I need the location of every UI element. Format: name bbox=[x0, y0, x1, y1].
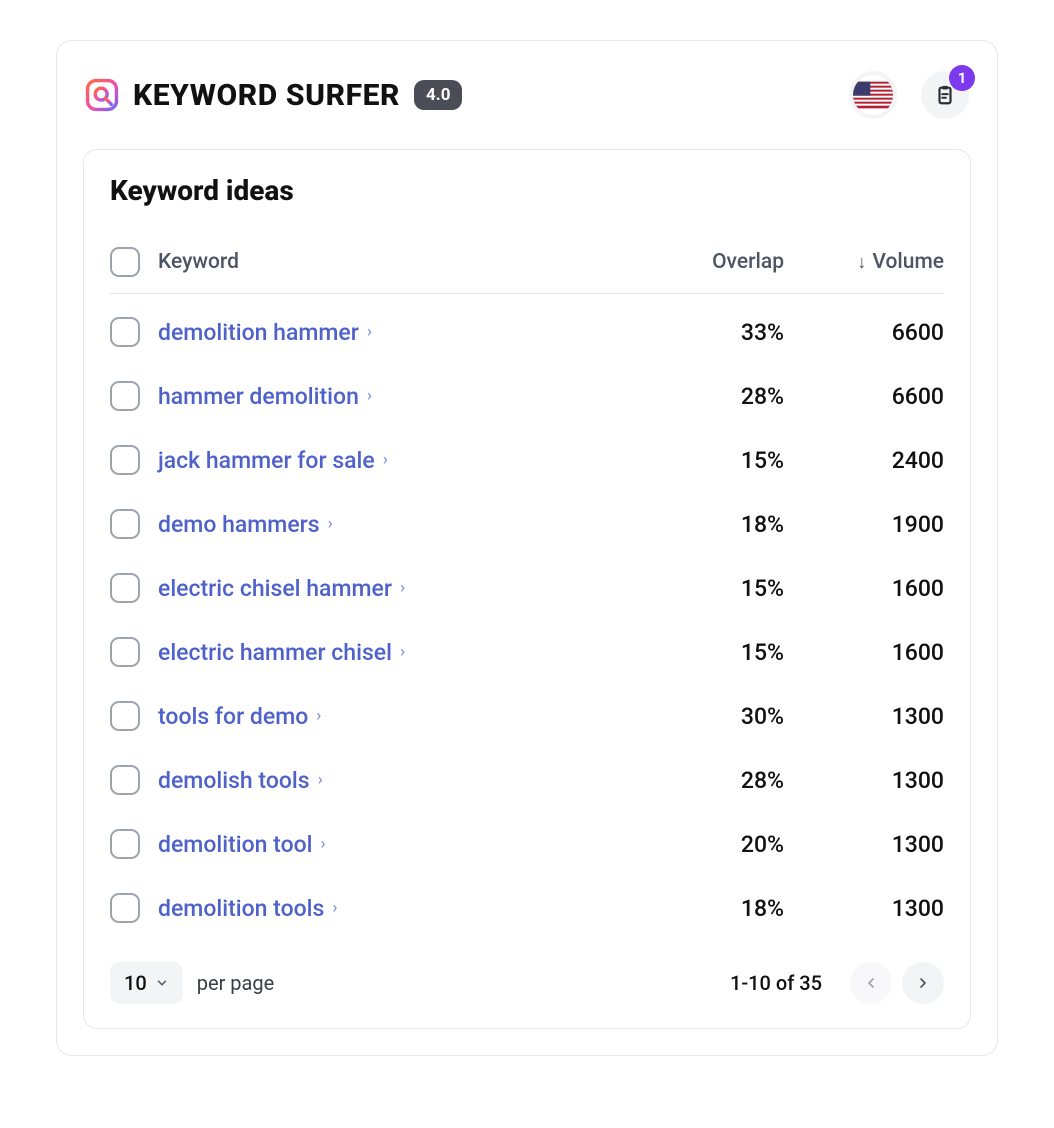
volume-value: 1900 bbox=[784, 511, 944, 538]
keyword-link[interactable]: demolish tools › bbox=[158, 767, 323, 794]
chevron-down-icon bbox=[155, 976, 169, 990]
row-checkbox[interactable] bbox=[110, 573, 140, 603]
volume-value: 1600 bbox=[784, 575, 944, 602]
keyword-link[interactable]: jack hammer for sale › bbox=[158, 447, 388, 474]
chevron-right-icon: › bbox=[321, 834, 326, 854]
overlap-value: 18% bbox=[644, 511, 784, 538]
chevron-right-icon: › bbox=[328, 514, 333, 534]
select-all-checkbox[interactable] bbox=[110, 247, 140, 277]
row-checkbox[interactable] bbox=[110, 893, 140, 923]
keyword-text: demo hammers bbox=[158, 511, 320, 538]
next-page-button[interactable] bbox=[902, 962, 944, 1004]
country-selector[interactable] bbox=[849, 71, 897, 119]
overlap-value: 15% bbox=[644, 447, 784, 474]
keyword-text: demolition hammer bbox=[158, 319, 359, 346]
keyword-text: tools for demo bbox=[158, 703, 308, 730]
keyword-list: demolition hammer›33%6600hammer demoliti… bbox=[110, 294, 944, 940]
chevron-right-icon: › bbox=[400, 642, 405, 662]
row-checkbox[interactable] bbox=[110, 381, 140, 411]
keyword-link[interactable]: demolition tool › bbox=[158, 831, 326, 858]
table-row: electric chisel hammer › 15%1600 bbox=[110, 556, 944, 620]
chevron-right-icon bbox=[915, 975, 931, 991]
keyword-text: jack hammer for sale bbox=[158, 447, 375, 474]
keyword-link[interactable]: tools for demo › bbox=[158, 703, 321, 730]
column-header-keyword[interactable]: Keyword bbox=[158, 250, 644, 274]
version-badge: 4.0 bbox=[414, 80, 462, 110]
keyword-surfer-widget: KEYWORD SURFER 4.0 bbox=[56, 40, 998, 1056]
overlap-value: 20% bbox=[644, 831, 784, 858]
table-row: demolish tools › 28%1300 bbox=[110, 748, 944, 812]
app-title: KEYWORD SURFER bbox=[133, 78, 400, 113]
table-row: hammer demolition › 28%6600 bbox=[110, 364, 944, 428]
keyword-link[interactable]: demo hammers › bbox=[158, 511, 333, 538]
clipboard-count-badge: 1 bbox=[949, 65, 975, 91]
overlap-value: 15% bbox=[644, 575, 784, 602]
volume-value: 2400 bbox=[784, 447, 944, 474]
overlap-value: 33% bbox=[644, 319, 784, 346]
keyword-text: demolition tool bbox=[158, 831, 313, 858]
column-header-volume[interactable]: ↓ Volume bbox=[784, 250, 944, 274]
keyword-text: demolition tools bbox=[158, 895, 324, 922]
widget-header: KEYWORD SURFER 4.0 bbox=[57, 41, 997, 149]
chevron-right-icon: › bbox=[367, 386, 372, 406]
volume-value: 1300 bbox=[784, 895, 944, 922]
clipboard-button[interactable]: 1 bbox=[921, 71, 969, 119]
keyword-text: electric chisel hammer bbox=[158, 575, 392, 602]
us-flag-icon bbox=[853, 75, 893, 115]
keyword-text: demolish tools bbox=[158, 767, 310, 794]
overlap-value: 30% bbox=[644, 703, 784, 730]
row-checkbox[interactable] bbox=[110, 317, 140, 347]
chevron-right-icon: › bbox=[383, 450, 388, 470]
overlap-value: 28% bbox=[644, 767, 784, 794]
table-row: demo hammers › 18%1900 bbox=[110, 492, 944, 556]
keyword-link[interactable]: demolition hammer › bbox=[158, 319, 372, 346]
prev-page-button[interactable] bbox=[850, 962, 892, 1004]
row-checkbox[interactable] bbox=[110, 701, 140, 731]
table-row: demolition hammer › 33%6600 bbox=[110, 300, 944, 364]
keyword-link[interactable]: hammer demolition › bbox=[158, 383, 372, 410]
app-logo-icon bbox=[85, 78, 119, 112]
chevron-right-icon: › bbox=[318, 770, 323, 790]
volume-value: 1600 bbox=[784, 639, 944, 666]
per-page-label: per page bbox=[197, 971, 275, 995]
row-checkbox[interactable] bbox=[110, 829, 140, 859]
chevron-left-icon bbox=[863, 975, 879, 991]
keyword-link[interactable]: electric hammer chisel › bbox=[158, 639, 405, 666]
column-header-volume-label: Volume bbox=[872, 250, 944, 274]
chevron-right-icon: › bbox=[316, 706, 321, 726]
row-checkbox[interactable] bbox=[110, 637, 140, 667]
row-checkbox[interactable] bbox=[110, 509, 140, 539]
volume-value: 1300 bbox=[784, 831, 944, 858]
keyword-ideas-panel: Keyword ideas Keyword Overlap ↓ Volume d… bbox=[83, 149, 971, 1029]
volume-value: 6600 bbox=[784, 383, 944, 410]
row-checkbox[interactable] bbox=[110, 765, 140, 795]
table-row: electric hammer chisel › 15%1600 bbox=[110, 620, 944, 684]
page-size-value: 10 bbox=[124, 971, 147, 995]
overlap-value: 15% bbox=[644, 639, 784, 666]
overlap-value: 28% bbox=[644, 383, 784, 410]
chevron-right-icon: › bbox=[367, 322, 372, 342]
table-row: demolition tool › 20%1300 bbox=[110, 812, 944, 876]
row-checkbox[interactable] bbox=[110, 445, 140, 475]
table-header-row: Keyword Overlap ↓ Volume bbox=[110, 233, 944, 294]
pagination-footer: 10 per page 1-10 of 35 bbox=[110, 940, 944, 1010]
pagination-range: 1-10 of 35 bbox=[730, 971, 822, 995]
column-header-overlap[interactable]: Overlap bbox=[644, 250, 784, 274]
overlap-value: 18% bbox=[644, 895, 784, 922]
chevron-right-icon: › bbox=[332, 898, 337, 918]
chevron-right-icon: › bbox=[400, 578, 405, 598]
page-size-dropdown[interactable]: 10 bbox=[110, 962, 183, 1004]
volume-value: 1300 bbox=[784, 703, 944, 730]
sort-desc-icon: ↓ bbox=[857, 252, 866, 273]
table-row: tools for demo › 30%1300 bbox=[110, 684, 944, 748]
keyword-text: electric hammer chisel bbox=[158, 639, 392, 666]
keyword-text: hammer demolition bbox=[158, 383, 359, 410]
table-row: jack hammer for sale › 15%2400 bbox=[110, 428, 944, 492]
keyword-link[interactable]: demolition tools › bbox=[158, 895, 337, 922]
table-row: demolition tools › 18%1300 bbox=[110, 876, 944, 940]
keyword-link[interactable]: electric chisel hammer › bbox=[158, 575, 405, 602]
volume-value: 6600 bbox=[784, 319, 944, 346]
volume-value: 1300 bbox=[784, 767, 944, 794]
panel-title: Keyword ideas bbox=[110, 174, 944, 207]
